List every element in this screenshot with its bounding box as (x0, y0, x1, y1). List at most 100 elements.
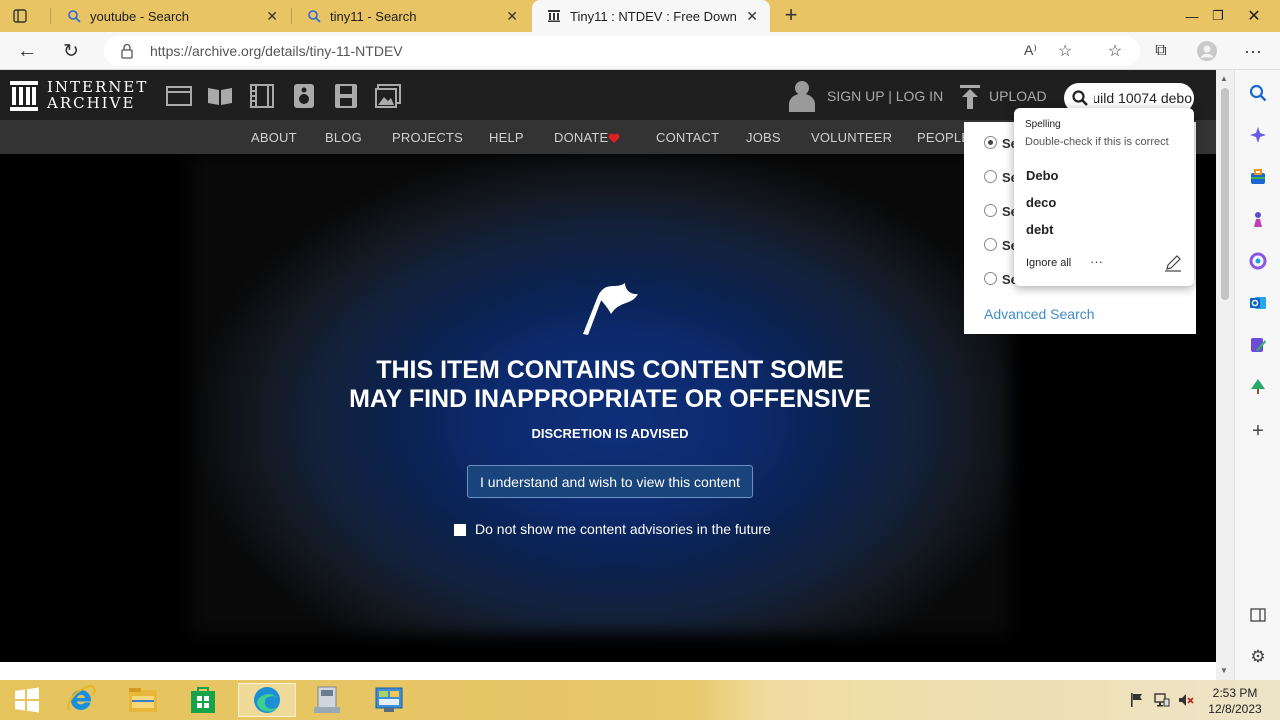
refresh-button[interactable]: ↻ (56, 36, 86, 66)
no-advisories-label[interactable]: Do not show me content advisories in the… (475, 521, 771, 537)
scroll-thumb[interactable] (1221, 88, 1229, 300)
windows-taskbar: 2:53 PM 12/8/2023 (0, 680, 1280, 720)
advanced-search-link[interactable]: Advanced Search (984, 306, 1095, 322)
advisory-headline: THIS ITEM CONTAINS CONTENT SOME MAY FIND… (349, 356, 871, 413)
audio-icon[interactable] (291, 84, 317, 108)
clock-date[interactable]: 12/8/2023 (1206, 702, 1264, 716)
tab-separator (50, 8, 51, 24)
page-scrollbar[interactable]: ▲ ▼ (1216, 70, 1234, 680)
nav-blog[interactable]: BLOG (325, 130, 362, 145)
volume-muted-icon[interactable] (1178, 692, 1194, 713)
signup-login-link[interactable]: SIGN UP | LOG IN (827, 88, 943, 104)
nav-volunteer[interactable]: VOLUNTEER (811, 130, 892, 145)
back-button[interactable]: ← (12, 36, 42, 66)
no-advisories-checkbox[interactable] (454, 524, 466, 536)
tab-tiny11-archive[interactable]: Tiny11 : NTDEV : Free Downloa ✕ (532, 0, 770, 32)
hide-sidebar-icon[interactable] (1249, 606, 1267, 624)
tab-title: tiny11 - Search (330, 8, 417, 24)
spelling-description: Double-check if this is correct (1025, 136, 1169, 148)
search-icon (306, 8, 322, 24)
close-icon[interactable]: ✕ (266, 8, 278, 25)
ignore-all-button[interactable]: Ignore all (1026, 257, 1071, 269)
new-tab-button[interactable]: + (780, 4, 802, 26)
app-installer-icon[interactable] (300, 683, 354, 717)
close-icon[interactable]: ✕ (746, 8, 758, 25)
pen-icon[interactable] (1164, 254, 1182, 277)
user-icon[interactable] (788, 80, 816, 117)
shopping-icon[interactable] (1249, 168, 1267, 186)
search-icon[interactable] (1249, 84, 1267, 102)
address-bar[interactable]: https://archive.org/details/tiny-11-NTDE… (104, 36, 1140, 66)
copilot-icon[interactable] (1249, 126, 1267, 144)
images-icon[interactable] (375, 84, 401, 108)
software-icon[interactable] (333, 84, 359, 108)
collections-icon[interactable]: ⧉ (1146, 36, 1176, 66)
tree-icon[interactable] (1249, 378, 1267, 396)
heart-icon (608, 131, 620, 149)
search-option-radio[interactable] (984, 136, 997, 149)
lock-icon[interactable] (120, 43, 134, 64)
gear-icon[interactable]: ⚙ (1249, 647, 1267, 666)
outlook-icon[interactable] (1249, 294, 1267, 312)
nav-contact[interactable]: CONTACT (656, 130, 719, 145)
nav-help[interactable]: HELP (489, 130, 524, 145)
ia-logo-text[interactable]: INTERNET ARCHIVE (47, 79, 148, 111)
read-aloud-icon[interactable]: A⁾ (1024, 42, 1037, 59)
network-tray-icon[interactable] (1154, 692, 1170, 713)
nav-jobs[interactable]: JOBS (746, 130, 781, 145)
clock-time[interactable]: 2:53 PM (1210, 686, 1260, 700)
add-icon[interactable]: + (1249, 420, 1267, 442)
spelling-suggestion[interactable]: debt (1026, 222, 1053, 237)
more-options-button[interactable]: ··· (1090, 254, 1103, 269)
ia-logo-icon[interactable] (10, 81, 38, 116)
designer-icon[interactable] (1249, 336, 1267, 354)
browser-toolbar: ← ↻ https://archive.org/details/tiny-11-… (0, 32, 1280, 70)
games-icon[interactable] (1249, 210, 1267, 228)
search-option-radio[interactable] (984, 204, 997, 217)
start-button[interactable] (0, 683, 54, 717)
edge-taskbar-icon[interactable] (238, 683, 296, 717)
video-icon[interactable] (249, 84, 275, 108)
view-content-button[interactable]: I understand and wish to view this conte… (467, 465, 753, 498)
microsoft365-icon[interactable] (1249, 252, 1267, 270)
spelling-title: Spelling (1025, 119, 1061, 130)
internet-explorer-icon[interactable] (54, 683, 108, 717)
add-favorite-icon[interactable]: ☆ (1058, 41, 1072, 61)
spelling-popup: Spelling Double-check if this is correct… (1014, 108, 1194, 286)
nav-projects[interactable]: PROJECTS (392, 130, 463, 145)
tab-tiny11-search[interactable]: tiny11 - Search ✕ (292, 0, 530, 32)
file-explorer-icon[interactable] (116, 683, 170, 717)
nav-donate[interactable]: DONATE (554, 130, 608, 145)
texts-icon[interactable] (207, 84, 233, 108)
settings-more-icon[interactable]: ··· (1238, 36, 1268, 66)
archive-icon (546, 8, 562, 24)
upload-link[interactable]: UPLOAD (989, 88, 1047, 104)
store-icon[interactable] (176, 683, 230, 717)
web-icon[interactable] (166, 84, 192, 108)
scroll-down-icon[interactable]: ▼ (1220, 666, 1228, 675)
profile-avatar[interactable] (1192, 36, 1222, 66)
flag-icon (580, 280, 640, 341)
close-icon[interactable]: ✕ (506, 8, 518, 25)
restore-button[interactable]: ❐ (1198, 0, 1238, 32)
url-text: https://archive.org/details/tiny-11-NTDE… (150, 43, 403, 59)
tab-youtube-search[interactable]: youtube - Search ✕ (52, 0, 290, 32)
search-option-radio[interactable] (984, 170, 997, 183)
advisory-subtext: DISCRETION IS ADVISED (531, 426, 689, 441)
nav-about[interactable]: ABOUT (251, 130, 297, 145)
nav-people[interactable]: PEOPLE (917, 130, 970, 145)
flag-tray-icon[interactable] (1130, 692, 1144, 713)
tab-actions-icon[interactable] (12, 8, 28, 24)
page-bottom-strip (0, 662, 1216, 680)
search-option-radio[interactable] (984, 238, 997, 251)
search-option-radio[interactable] (984, 272, 997, 285)
spelling-suggestion[interactable]: deco (1026, 195, 1056, 210)
scroll-up-icon[interactable]: ▲ (1220, 74, 1228, 83)
control-panel-icon[interactable] (362, 683, 416, 717)
spelling-suggestion[interactable]: Debo (1026, 168, 1059, 183)
close-window-button[interactable]: ✕ (1234, 0, 1274, 32)
favorites-icon[interactable]: ☆ (1100, 36, 1130, 66)
tab-title: Tiny11 : NTDEV : Free Downloa (570, 8, 736, 24)
upload-icon[interactable] (960, 85, 980, 114)
search-icon (66, 8, 82, 24)
